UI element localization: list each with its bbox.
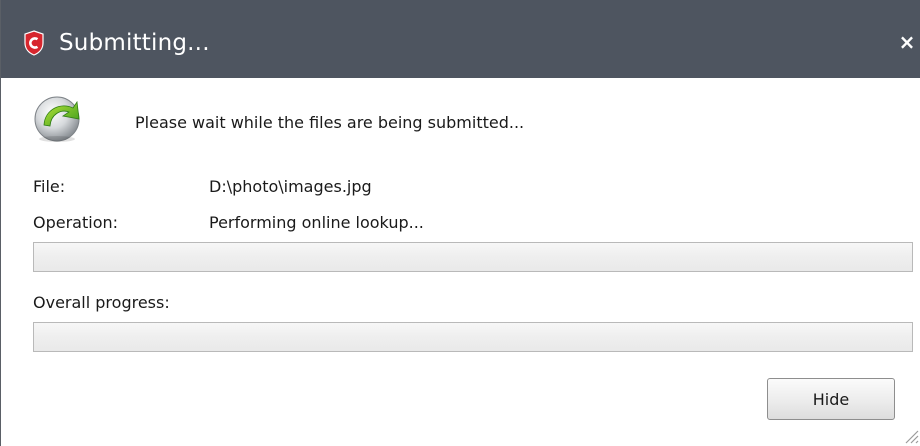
overall-progress-bar: [33, 322, 913, 352]
operation-value: Performing online lookup...: [209, 213, 424, 232]
operation-label: Operation:: [33, 213, 119, 232]
globe-refresh-icon: [34, 96, 80, 142]
file-label: File:: [33, 177, 66, 196]
close-button[interactable]: ×: [896, 28, 918, 56]
dialog-body: Please wait while the files are being su…: [1, 78, 920, 446]
overall-progress-label: Overall progress:: [33, 293, 170, 312]
status-message: Please wait while the files are being su…: [135, 113, 525, 132]
file-progress-bar: [33, 242, 913, 272]
title-bar[interactable]: Submitting... ×: [1, 0, 920, 78]
submitting-dialog: Submitting... × Please wait while the fi…: [0, 0, 920, 446]
hide-button[interactable]: Hide: [767, 378, 895, 420]
comodo-shield-icon: [24, 30, 44, 56]
resize-grip-icon[interactable]: [901, 426, 919, 444]
window-title: Submitting...: [59, 30, 210, 56]
file-value: D:\photo\images.jpg: [209, 177, 372, 196]
